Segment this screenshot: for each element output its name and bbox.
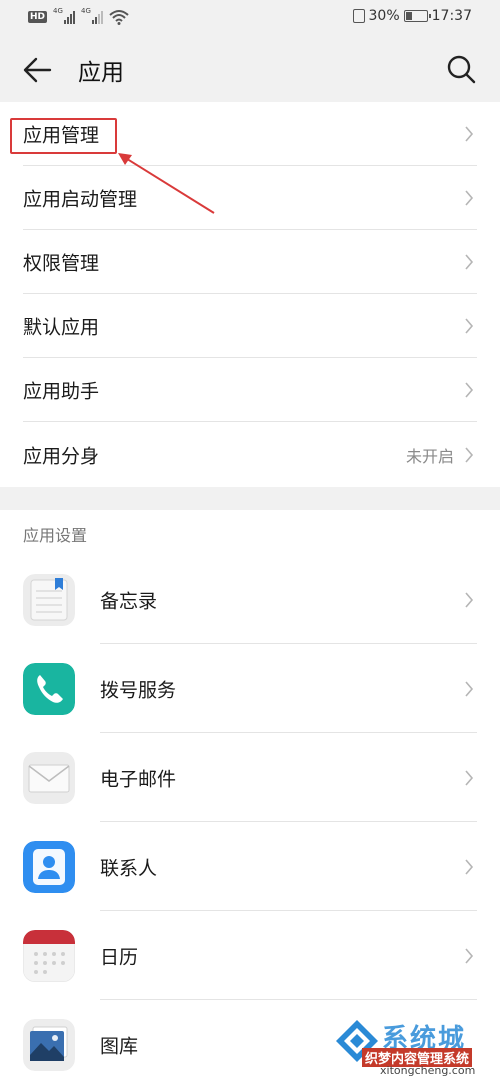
calendar-icon — [23, 929, 75, 982]
menu-item-app-twin[interactable]: 应用分身 未开启 — [0, 422, 500, 487]
chevron-right-icon — [465, 446, 474, 463]
search-button[interactable] — [444, 52, 478, 86]
app-item-label: 日历 — [100, 946, 139, 968]
chevron-right-icon — [465, 126, 474, 142]
clock: 17:37 — [431, 8, 472, 24]
app-bar: 应用 — [0, 36, 500, 102]
app-settings-card: 备忘录 拨号服务 电子邮件 联系人 日历 图库 — [0, 555, 500, 1084]
menu-item-label: 应用管理 — [23, 124, 100, 147]
menu-item-label: 默认应用 — [23, 316, 100, 339]
sim2-signal-icon: 4G — [81, 7, 104, 24]
app-item-label: 电子邮件 — [100, 768, 177, 790]
chevron-right-icon — [465, 382, 474, 398]
vibrate-icon — [352, 9, 365, 23]
app-twin-status: 未开启 — [405, 446, 454, 466]
menu-item-app-assistant[interactable]: 应用助手 — [0, 358, 500, 422]
chevron-right-icon — [465, 591, 474, 608]
menu-item-label: 应用启动管理 — [23, 188, 138, 211]
contacts-icon — [23, 840, 75, 893]
gallery-icon — [23, 1018, 75, 1071]
wifi-icon — [109, 10, 129, 25]
app-item-email[interactable]: 电子邮件 — [0, 733, 500, 822]
menu-item-default-apps[interactable]: 默认应用 — [0, 294, 500, 358]
battery-icon — [403, 10, 431, 22]
app-item-label: 拨号服务 — [100, 679, 177, 701]
sim1-label: 4G — [53, 7, 63, 15]
notepad-icon — [23, 573, 75, 626]
menu-item-app-management[interactable]: 应用管理 — [0, 102, 500, 166]
menu-item-label: 权限管理 — [23, 252, 100, 275]
app-item-gallery[interactable]: 图库 — [0, 1000, 500, 1084]
battery-percent: 30% — [368, 8, 400, 24]
page-title: 应用 — [78, 60, 124, 86]
app-item-notepad[interactable]: 备忘录 — [0, 555, 500, 644]
app-item-contacts[interactable]: 联系人 — [0, 822, 500, 911]
app-item-calendar[interactable]: 日历 — [0, 911, 500, 1000]
app-item-label: 联系人 — [100, 857, 158, 879]
status-bar: HD 4G 4G 30% 17:37 — [0, 0, 500, 36]
sim1-signal-icon: 4G — [53, 7, 76, 24]
chevron-right-icon — [465, 254, 474, 270]
sim2-label: 4G — [81, 7, 91, 15]
hd-badge: HD — [28, 11, 48, 23]
menu-item-label: 应用助手 — [23, 380, 100, 403]
app-item-label: 图库 — [100, 1035, 139, 1057]
chevron-right-icon — [465, 318, 474, 334]
chevron-right-icon — [465, 947, 474, 964]
app-item-label: 备忘录 — [100, 590, 158, 612]
chevron-right-icon — [465, 858, 474, 875]
menu-item-label: 应用分身 — [23, 445, 100, 467]
section-header-label: 应用设置 — [23, 526, 88, 545]
status-right: 30% 17:37 — [352, 8, 472, 24]
section-header-app-settings: 应用设置 — [0, 510, 500, 555]
phone-icon — [23, 662, 75, 715]
status-left: HD 4G 4G — [28, 7, 129, 25]
app-menu-card: 应用管理 应用启动管理 权限管理 默认应用 应用助手 应用分身 未开启 — [0, 102, 500, 487]
chevron-right-icon — [465, 769, 474, 786]
chevron-right-icon — [465, 190, 474, 206]
search-icon — [447, 55, 476, 84]
chevron-right-icon — [465, 680, 474, 697]
menu-item-permission-management[interactable]: 权限管理 — [0, 230, 500, 294]
back-button[interactable] — [20, 52, 56, 88]
app-item-dialer[interactable]: 拨号服务 — [0, 644, 500, 733]
mail-icon — [23, 751, 75, 804]
arrow-left-icon — [23, 57, 52, 83]
menu-item-startup-management[interactable]: 应用启动管理 — [0, 166, 500, 230]
